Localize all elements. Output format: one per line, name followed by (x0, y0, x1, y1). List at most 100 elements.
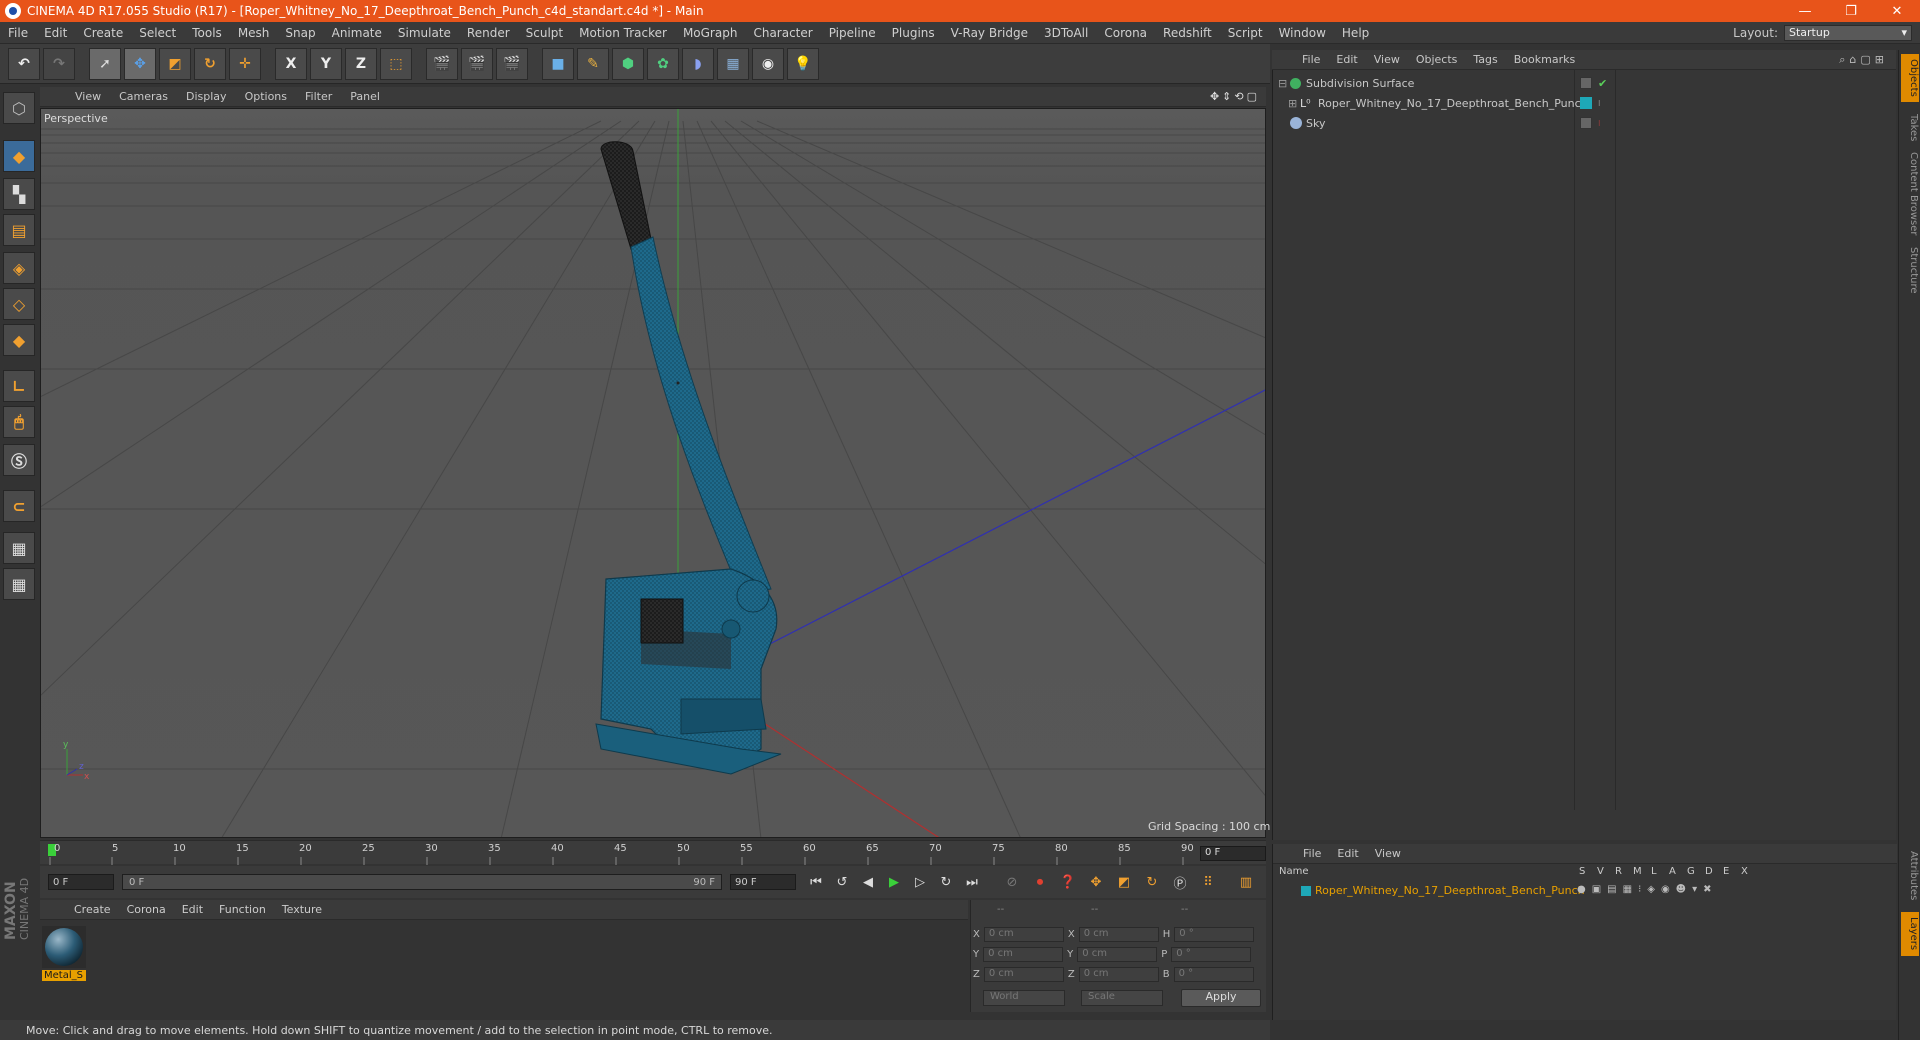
end-frame-field[interactable]: 90 F (730, 874, 796, 890)
size-mode-select[interactable]: Scale (1081, 990, 1163, 1006)
subdivision-button[interactable]: ⬢ (612, 47, 644, 80)
expand-icon[interactable]: ⊞ (1288, 97, 1297, 110)
tab-objects[interactable]: Objects (1901, 54, 1919, 102)
rotate-tool-button[interactable]: ↻ (194, 47, 226, 80)
timeline-window-button[interactable]: ▥ (1234, 870, 1258, 894)
enabled-check-icon[interactable]: ✔ (1598, 77, 1607, 90)
floor-button[interactable]: ▦ (717, 47, 749, 80)
render-settings-button[interactable]: 🎬 (496, 47, 528, 80)
menu-file[interactable]: File (0, 26, 36, 40)
object-row-subdivision-surface[interactable]: ⊟ Subdivision Surface ✔ (1272, 74, 1896, 92)
axis-mode-button[interactable]: ∟ (3, 370, 35, 402)
minimize-button[interactable]: — (1782, 4, 1828, 19)
go-to-start-button[interactable]: ⏮ (804, 870, 828, 894)
undo-button[interactable]: ↶ (8, 47, 40, 80)
tab-takes[interactable]: Takes (1901, 108, 1919, 148)
menu-simulate[interactable]: Simulate (390, 26, 459, 40)
frame-range-slider[interactable]: 0 F 90 F (122, 874, 722, 890)
menu-animate[interactable]: Animate (324, 26, 390, 40)
snapping-button[interactable]: ⊂ (3, 490, 35, 522)
select-tool-button[interactable]: ➚ (89, 47, 121, 80)
menu-corona[interactable]: Corona (1096, 26, 1155, 40)
play-button[interactable]: ▶ (882, 870, 906, 894)
cube-button[interactable]: ■ (542, 47, 574, 80)
axis-z-button[interactable]: Z (345, 47, 377, 80)
position-x-field[interactable]: 0 cm (983, 926, 1064, 942)
redo-button[interactable]: ↷ (43, 47, 75, 80)
viewport-menu-panel[interactable]: Panel (341, 90, 389, 103)
layers-menu-view[interactable]: View (1367, 847, 1409, 860)
key-pla-button[interactable]: ⠿ (1196, 870, 1220, 894)
position-y-field[interactable]: 0 cm (983, 946, 1064, 962)
start-frame-field[interactable]: 0 F (48, 874, 114, 890)
timeline-ruler[interactable]: 0 5 10 15 20 25 30 35 40 45 50 55 60 65 … (40, 840, 1266, 865)
apply-button[interactable]: Apply (1181, 989, 1261, 1007)
menu-character[interactable]: Character (745, 26, 820, 40)
menu-select[interactable]: Select (131, 26, 184, 40)
axis-x-button[interactable]: X (275, 47, 307, 80)
viewport-menu-cameras[interactable]: Cameras (110, 90, 177, 103)
solo-mode-button[interactable]: Ⓢ (3, 444, 35, 476)
edges-mode-button[interactable]: ◇ (3, 288, 35, 320)
objects-menu-view[interactable]: View (1366, 53, 1408, 66)
make-editable-button[interactable]: ⬡ (3, 92, 35, 124)
layers-menu-edit[interactable]: Edit (1329, 847, 1366, 860)
polygons-mode-button[interactable]: ◆ (3, 324, 35, 356)
object-row-sky[interactable]: Sky ⁝ (1272, 114, 1896, 132)
material-menu-corona[interactable]: Corona (119, 903, 174, 916)
maximize-button[interactable]: ❐ (1828, 4, 1874, 19)
camera-button[interactable]: ◉ (752, 47, 784, 80)
deformer-button[interactable]: ◗ (682, 47, 714, 80)
menu-motion-tracker[interactable]: Motion Tracker (571, 26, 675, 40)
key-rotate-button[interactable]: ↻ (1140, 870, 1164, 894)
rotation-b-field[interactable]: 0 ° (1173, 966, 1254, 982)
menu-render[interactable]: Render (459, 26, 518, 40)
layers-menu-file[interactable]: File (1295, 847, 1329, 860)
texture-mode-button[interactable]: ▚ (3, 178, 35, 210)
tab-content-browser[interactable]: Content Browser (1901, 152, 1919, 236)
size-y-field[interactable]: 0 cm (1077, 946, 1158, 962)
points-mode-button[interactable]: ◈ (3, 252, 35, 284)
model-mode-button[interactable]: ◆ (3, 140, 35, 172)
object-row-bench-punch[interactable]: ⊞ L⁰ Roper_Whitney_No_17_Deepthroat_Benc… (1272, 94, 1896, 112)
menu-script[interactable]: Script (1220, 26, 1271, 40)
coordinate-mode-select[interactable]: World (983, 990, 1065, 1006)
menu-help[interactable]: Help (1334, 26, 1377, 40)
live-select-button[interactable]: ✛ (229, 47, 261, 80)
light-button[interactable]: 💡 (787, 47, 819, 80)
menu-redshift[interactable]: Redshift (1155, 26, 1220, 40)
layer-color-icon[interactable] (1580, 97, 1592, 109)
material-menu-texture[interactable]: Texture (274, 903, 330, 916)
coordinate-system-button[interactable]: ⬚ (380, 47, 412, 80)
position-z-field[interactable]: 0 cm (983, 966, 1064, 982)
locked-workplane-button[interactable]: ▦ (3, 568, 35, 600)
scale-tool-button[interactable]: ◩ (159, 47, 191, 80)
menu-plugins[interactable]: Plugins (884, 26, 943, 40)
objects-menu-bookmarks[interactable]: Bookmarks (1506, 53, 1583, 66)
perspective-viewport[interactable]: y x z (40, 108, 1266, 838)
layer-row[interactable]: Roper_Whitney_No_17_Deepthroat_Bench_Pun… (1273, 884, 1897, 900)
viewport-menu-view[interactable]: View (66, 90, 110, 103)
autokey-button[interactable]: ❓ (1056, 870, 1080, 894)
previous-key-button[interactable]: ↺ (830, 870, 854, 894)
rotation-p-field[interactable]: 0 ° (1171, 946, 1252, 962)
material-menu-function[interactable]: Function (211, 903, 274, 916)
tab-structure[interactable]: Structure (1901, 242, 1919, 298)
key-scale-button[interactable]: ◩ (1112, 870, 1136, 894)
tweak-mode-button[interactable]: 🖱 (3, 406, 35, 438)
menu-snap[interactable]: Snap (277, 26, 323, 40)
layer-toggle-icon[interactable] (1580, 117, 1592, 129)
layer-flag-icons[interactable]: ●▣▤▦⁝◈◉☻▾✖ (1577, 884, 1718, 895)
layer-toggle-icon[interactable] (1580, 77, 1592, 89)
workplane-lock-button[interactable]: ▦ (3, 532, 35, 564)
objects-menu-objects[interactable]: Objects (1408, 53, 1466, 66)
menu-3dtoall[interactable]: 3DToAll (1036, 26, 1096, 40)
viewport-menu-display[interactable]: Display (177, 90, 236, 103)
next-key-button[interactable]: ↻ (934, 870, 958, 894)
move-tool-button[interactable]: ✥ (124, 47, 156, 80)
go-to-end-button[interactable]: ⏭ (960, 870, 984, 894)
menu-mesh[interactable]: Mesh (230, 26, 278, 40)
material-menu-create[interactable]: Create (66, 903, 119, 916)
tab-layers[interactable]: Layers (1901, 912, 1919, 956)
record-keys-button[interactable]: ⏺ (1028, 870, 1052, 894)
